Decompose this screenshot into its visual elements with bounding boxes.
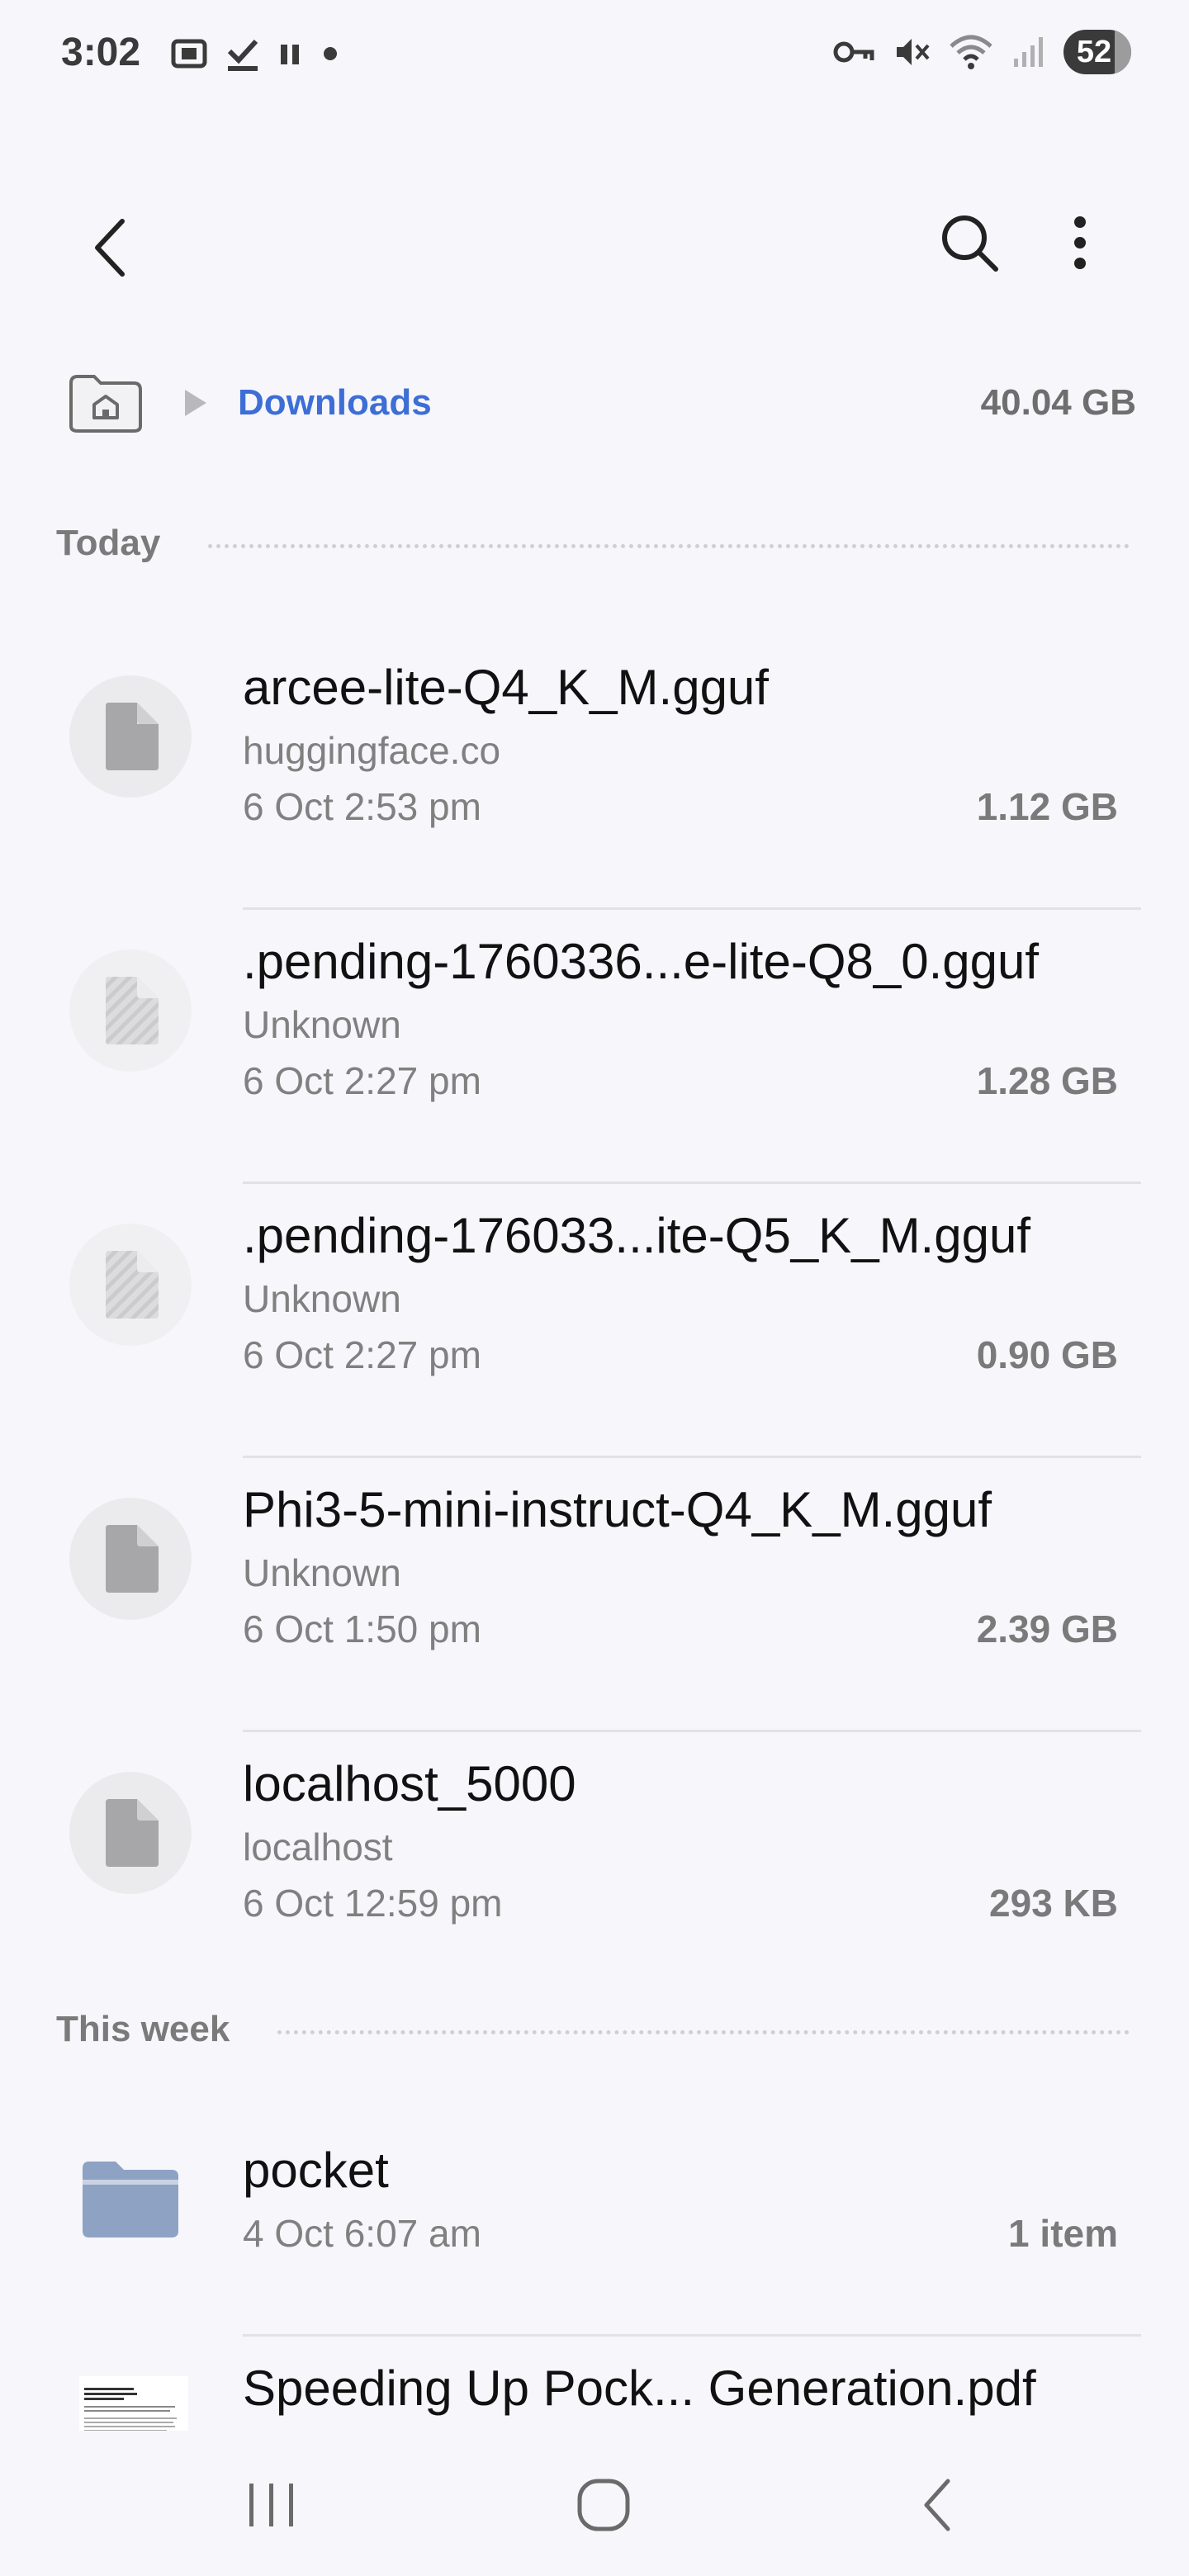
file-row[interactable]: .pending-1760336...e-lite-Q8_0.gguf Unkn… [0,910,1189,1184]
file-name: localhost_5000 [243,1756,576,1811]
section-title: This week [56,2009,230,2049]
section-title: Today [56,523,161,563]
back-button[interactable] [69,206,152,289]
nav-back-icon [924,2479,950,2531]
file-size: 1.28 GB [976,1059,1118,1102]
battery-level: 52 [1076,34,1112,69]
file-date: 6 Oct 2:27 pm [243,1059,481,1102]
file-source: Unknown [243,1277,401,1320]
search-icon [942,215,998,272]
screenshot-icon [171,39,207,69]
storage-size: 40.04 GB [980,382,1136,423]
vpn-key-icon [833,41,874,63]
recents-icon [249,2484,293,2526]
status-right-icons: 52 [832,30,1131,74]
dot-icon [324,47,337,60]
file-icon [106,703,159,770]
file-date: 6 Oct 12:59 pm [243,1882,503,1925]
file-size: 2.39 GB [976,1608,1118,1650]
folder-date: 4 Oct 6:07 am [243,2212,481,2255]
file-size: 0.90 GB [976,1333,1118,1376]
file-source: localhost [243,1825,393,1868]
file-thumbnail [69,949,192,1072]
recents-button[interactable] [226,2472,317,2538]
mute-icon [897,39,930,65]
file-thumbnail [69,1224,192,1346]
folder-name: pocket [243,2143,389,2198]
app-bar [0,165,1189,330]
pdf-thumbnail [79,2376,188,2436]
folder-item-count: 1 item [1008,2212,1118,2255]
home-icon [577,2479,630,2531]
status-time: 3:02 [61,31,141,74]
file-source: Unknown [243,1003,401,1046]
home-button[interactable] [558,2472,649,2538]
file-date: 6 Oct 2:53 pm [243,785,481,828]
pending-file-icon [106,1251,159,1319]
file-icon [106,1525,159,1593]
file-row[interactable]: Speeding Up Pock... Generation.pdf [0,2337,1189,2436]
section-divider [277,2029,1130,2034]
wifi-icon [950,35,992,69]
file-date: 6 Oct 1:50 pm [243,1608,481,1650]
file-size: 293 KB [989,1882,1118,1925]
file-date: 6 Oct 2:27 pm [243,1333,481,1376]
file-thumbnail [69,1772,192,1894]
file-row[interactable]: arcee-lite-Q4_K_M.gguf huggingface.co 6 … [0,636,1189,910]
file-source: huggingface.co [243,729,501,772]
breadcrumb-current[interactable]: Downloads [238,382,432,424]
status-left-icons [170,35,340,73]
battery-indicator: 52 [1063,30,1131,74]
nav-back-button[interactable] [892,2472,983,2538]
status-bar: 3:02 52 [0,0,1189,116]
file-name: Speeding Up Pock... Generation.pdf [243,2361,1036,2416]
back-icon [95,219,125,277]
more-options-button[interactable] [1039,201,1121,284]
section-header-today: Today [56,519,1130,568]
file-name: .pending-176033...ite-Q5_K_M.gguf [243,1208,1030,1263]
file-name: .pending-1760336...e-lite-Q8_0.gguf [243,934,1040,989]
file-name: arcee-lite-Q4_K_M.gguf [243,660,769,715]
file-row[interactable]: localhost_5000 localhost 6 Oct 12:59 pm … [0,1732,1189,1980]
file-size: 1.12 GB [976,785,1118,828]
pause-icon [281,45,299,64]
signal-icon [1014,37,1043,67]
breadcrumb: Downloads 40.04 GB [66,363,1136,443]
file-thumbnail [69,675,192,798]
search-button[interactable] [928,201,1011,284]
folder-row[interactable]: pocket 4 Oct 6:07 am 1 item [0,2119,1189,2337]
file-source: Unknown [243,1551,401,1594]
pending-file-icon [106,977,159,1044]
section-divider [208,543,1130,548]
file-row[interactable]: .pending-176033...ite-Q5_K_M.gguf Unknow… [0,1184,1189,1458]
folder-icon [83,2162,178,2237]
navigation-bar [0,2431,1189,2576]
download-done-icon [227,39,258,71]
file-thumbnail [69,1498,192,1620]
home-folder-icon[interactable] [66,372,145,434]
file-row[interactable]: Phi3-5-mini-instruct-Q4_K_M.gguf Unknown… [0,1458,1189,1732]
more-vert-icon [1074,216,1086,269]
section-header-this-week: This week [56,2005,1130,2054]
breadcrumb-chevron-icon [185,390,206,416]
file-name: Phi3-5-mini-instruct-Q4_K_M.gguf [243,1482,992,1537]
file-icon [106,1799,159,1867]
